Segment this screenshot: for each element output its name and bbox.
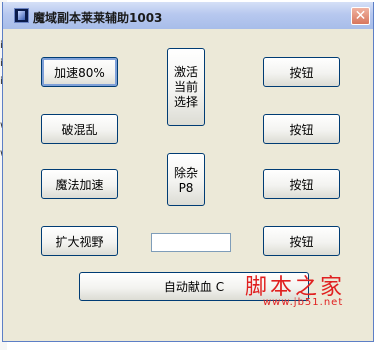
expand-view-button[interactable]: 扩大视野 — [41, 226, 118, 256]
remove-p8-button[interactable]: 除杂P8 — [167, 153, 205, 206]
watermark: 脚本之家 www.jb51.net — [245, 269, 345, 308]
button-3[interactable]: 按钮 — [263, 169, 340, 199]
speed-80-button[interactable]: 加速80% — [41, 57, 118, 87]
app-icon — [14, 8, 29, 23]
title-bar[interactable]: 魔域副本莱莱辅助1003 ✕ — [3, 2, 373, 29]
magic-speed-button[interactable]: 魔法加速 — [41, 169, 118, 199]
activate-current-selection-button[interactable]: 激活当前选择 — [167, 48, 205, 126]
window-title: 魔域副本莱莱辅助1003 — [33, 11, 163, 25]
button-4[interactable]: 按钮 — [263, 226, 340, 256]
button-2[interactable]: 按钮 — [263, 114, 340, 144]
watermark-url: www.jb51.net — [263, 297, 344, 308]
break-chaos-button[interactable]: 破混乱 — [41, 114, 118, 144]
text-input[interactable] — [151, 233, 231, 252]
close-button[interactable]: ✕ — [351, 7, 370, 25]
button-1[interactable]: 按钮 — [263, 57, 340, 87]
